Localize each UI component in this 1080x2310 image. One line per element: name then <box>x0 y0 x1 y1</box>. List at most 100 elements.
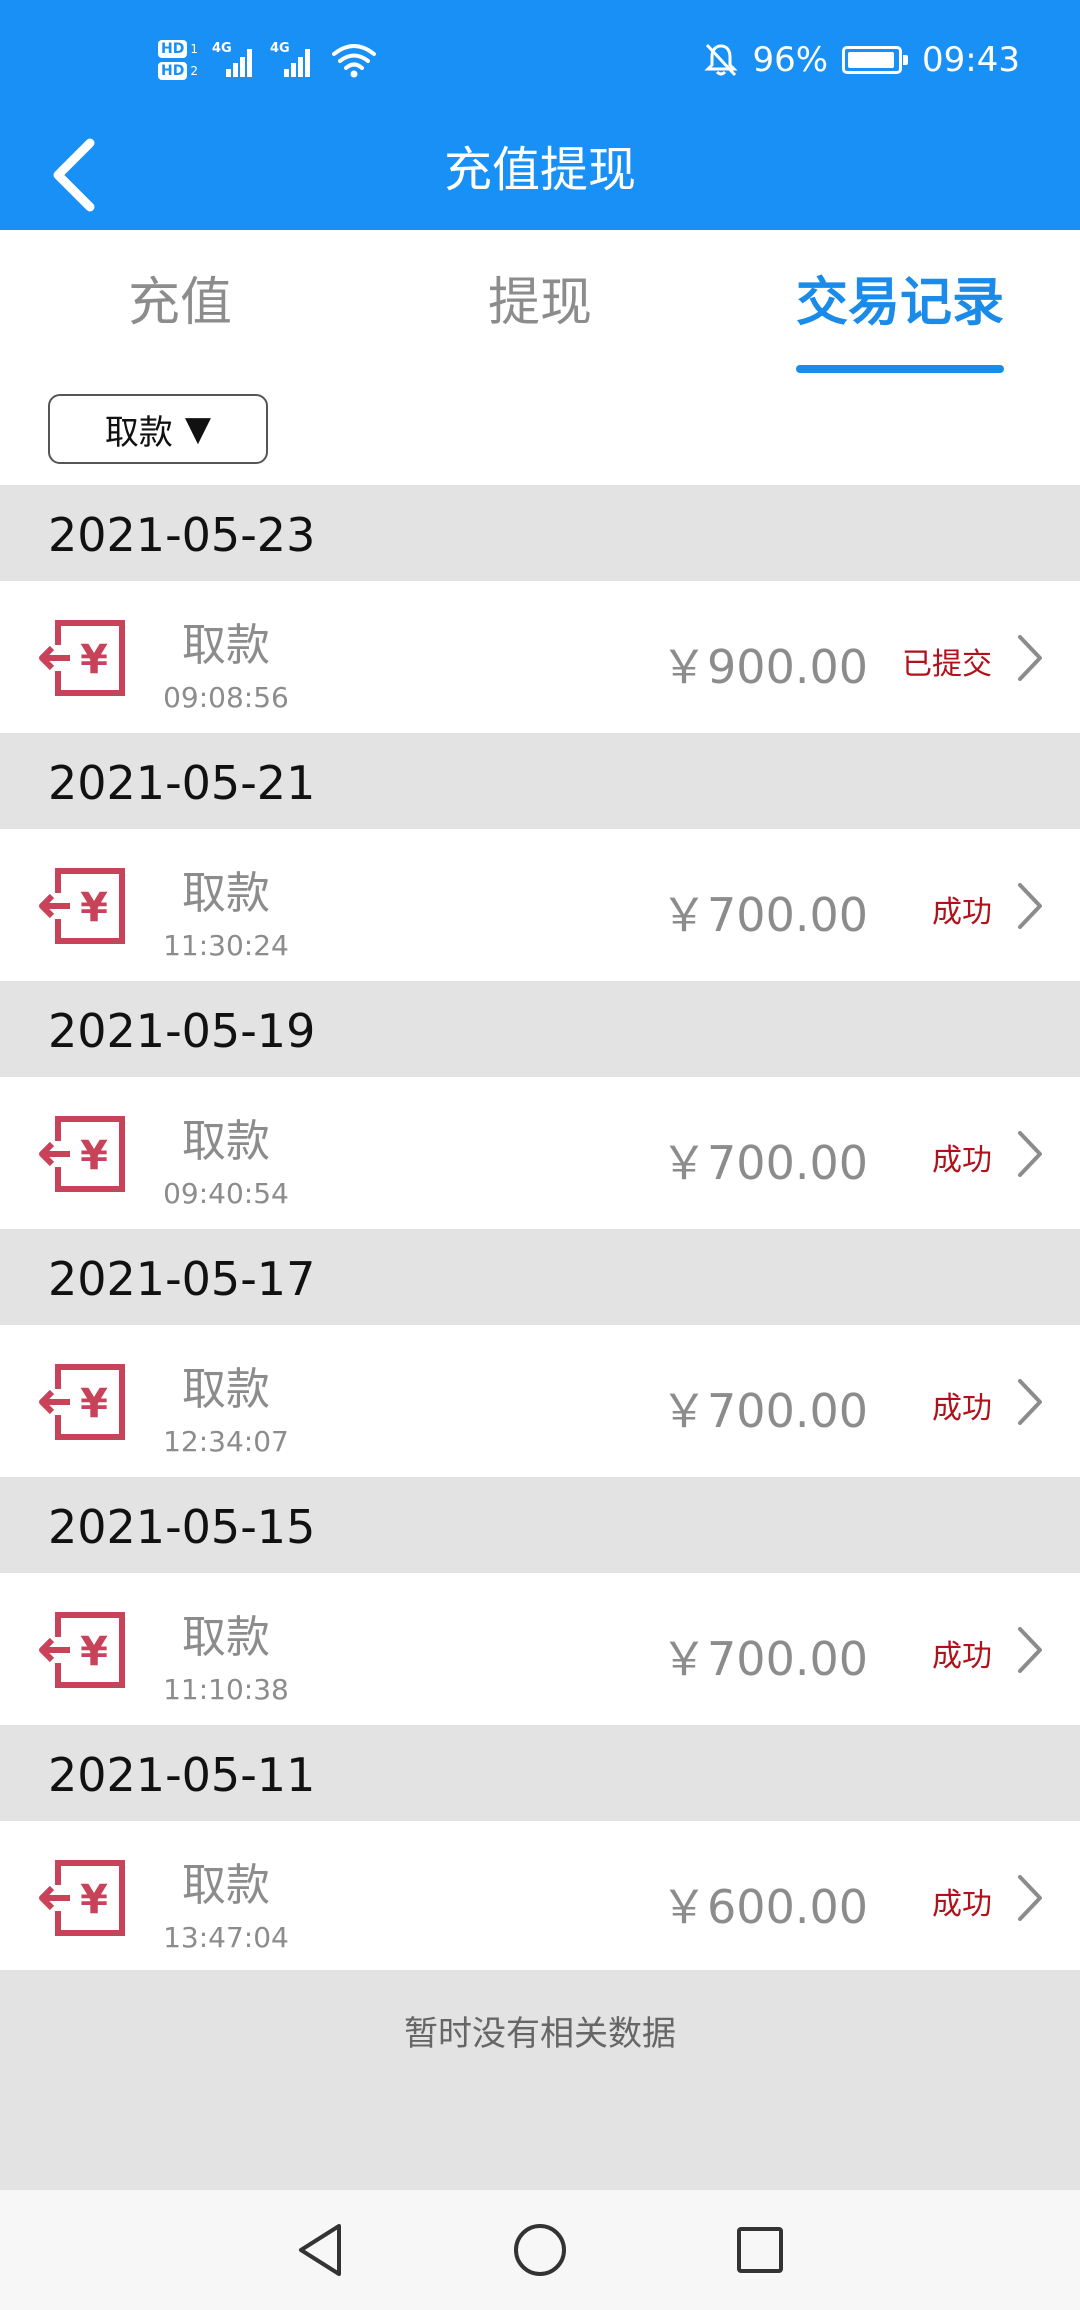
transaction-row[interactable]: ¥ 取款 11:30:24 ￥700.00 成功 <box>0 829 1080 981</box>
battery-percent: 96% <box>752 40 829 80</box>
date-label: 2021-05-11 <box>48 1748 316 1802</box>
status-bar: HD 1 HD 2 4G 4G 96% 09:43 <box>0 0 1080 120</box>
chevron-right-icon <box>1018 1627 1042 1673</box>
signal-icon: 4G <box>211 41 256 77</box>
hd-badge-2: HD 2 <box>158 62 198 80</box>
transaction-type: 取款 <box>182 1612 270 1663</box>
withdraw-icon: ¥ <box>39 620 125 696</box>
transaction-status: 已提交 <box>902 647 992 682</box>
transaction-time: 09:08:56 <box>163 681 289 714</box>
transaction-time: 09:40:54 <box>163 1177 289 1210</box>
date-header: 2021-05-21 <box>0 733 1080 829</box>
transaction-list: 2021-05-23 ¥ 取款 09:08:56 ￥900.00 已提交 202… <box>0 485 1080 1973</box>
hd-label: HD <box>158 40 188 58</box>
hd-badge-1: HD 1 <box>158 40 198 58</box>
transaction-status: 成功 <box>932 1143 992 1178</box>
status-right: 96% 09:43 <box>704 30 1020 90</box>
triangle-back-icon <box>299 2224 341 2276</box>
transaction-row[interactable]: ¥ 取款 11:10:38 ￥700.00 成功 <box>0 1573 1080 1725</box>
nav-recents-button[interactable] <box>725 2215 795 2285</box>
transaction-row[interactable]: ¥ 取款 13:47:04 ￥600.00 成功 <box>0 1821 1080 1973</box>
nav-home-button[interactable] <box>505 2215 575 2285</box>
date-label: 2021-05-23 <box>48 508 316 562</box>
transaction-type: 取款 <box>182 1364 270 1415</box>
date-header: 2021-05-15 <box>0 1477 1080 1573</box>
tab-underline <box>796 365 1004 373</box>
empty-state: 暂时没有相关数据 <box>0 1970 1080 2190</box>
tab-bar: 充值 提现 交易记录 <box>0 230 1080 375</box>
transaction-time: 13:47:04 <box>163 1921 289 1954</box>
svg-text:¥: ¥ <box>80 885 108 931</box>
withdraw-icon: ¥ <box>39 1860 125 1936</box>
tab-transaction-records[interactable]: 交易记录 <box>770 260 1030 350</box>
hd-indicators: HD 1 HD 2 <box>158 40 198 80</box>
date-label: 2021-05-15 <box>48 1500 316 1554</box>
hd-label: HD <box>158 62 188 80</box>
chevron-right-icon <box>1018 1875 1042 1921</box>
transaction-type: 取款 <box>182 868 270 919</box>
battery-icon <box>842 46 909 74</box>
transaction-time: 12:34:07 <box>163 1425 289 1458</box>
transaction-amount: ￥700.00 <box>661 888 868 942</box>
transaction-amount: ￥600.00 <box>661 1880 868 1934</box>
filter-dropdown[interactable]: 取款 ▼ <box>48 394 268 464</box>
square-recents-icon <box>737 2227 783 2273</box>
svg-text:¥: ¥ <box>80 1877 108 1923</box>
transaction-row[interactable]: ¥ 取款 12:34:07 ￥700.00 成功 <box>0 1325 1080 1477</box>
date-label: 2021-05-21 <box>48 756 316 810</box>
withdraw-icon: ¥ <box>39 868 125 944</box>
date-header: 2021-05-17 <box>0 1229 1080 1325</box>
chevron-right-icon <box>1018 1379 1042 1425</box>
empty-message: 暂时没有相关数据 <box>404 2014 676 2054</box>
date-header: 2021-05-11 <box>0 1725 1080 1821</box>
date-label: 2021-05-17 <box>48 1252 316 1306</box>
chevron-right-icon <box>1018 635 1042 681</box>
withdraw-icon: ¥ <box>39 1116 125 1192</box>
tab-withdraw[interactable]: 提现 <box>440 260 640 350</box>
withdraw-icon: ¥ <box>39 1364 125 1440</box>
nav-back-button[interactable] <box>285 2215 355 2285</box>
dropdown-arrow-icon: ▼ <box>184 409 212 449</box>
transaction-row[interactable]: ¥ 取款 09:08:56 ￥900.00 已提交 <box>0 581 1080 733</box>
wifi-icon <box>331 44 376 78</box>
signal-icon: 4G <box>269 41 314 77</box>
network-label: 4G <box>269 41 290 56</box>
svg-text:¥: ¥ <box>80 1629 108 1675</box>
transaction-type: 取款 <box>182 1860 270 1911</box>
date-header: 2021-05-23 <box>0 485 1080 581</box>
transaction-row[interactable]: ¥ 取款 09:40:54 ￥700.00 成功 <box>0 1077 1080 1229</box>
clock: 09:43 <box>922 40 1020 80</box>
svg-text:¥: ¥ <box>80 637 108 683</box>
transaction-amount: ￥700.00 <box>661 1632 868 1686</box>
transaction-time: 11:10:38 <box>163 1673 289 1706</box>
transaction-type: 取款 <box>182 1116 270 1167</box>
withdraw-icon: ¥ <box>39 1612 125 1688</box>
date-header: 2021-05-19 <box>0 981 1080 1077</box>
hd-num: 1 <box>190 42 198 56</box>
network-label: 4G <box>211 41 232 56</box>
date-label: 2021-05-19 <box>48 1004 316 1058</box>
transaction-time: 11:30:24 <box>163 929 289 962</box>
hd-num: 2 <box>190 64 198 78</box>
transaction-status: 成功 <box>932 1639 992 1674</box>
transaction-status: 成功 <box>932 895 992 930</box>
battery-fill <box>848 52 895 68</box>
page-title: 充值提现 <box>443 142 636 198</box>
status-left: HD 1 HD 2 4G 4G <box>158 30 376 90</box>
transaction-amount: ￥900.00 <box>661 640 868 694</box>
transaction-status: 成功 <box>932 1887 992 1922</box>
circle-home-icon <box>514 2224 566 2276</box>
svg-text:¥: ¥ <box>80 1133 108 1179</box>
chevron-right-icon <box>1018 1131 1042 1177</box>
title-bar: 充值提现 <box>0 120 1080 230</box>
mute-bell-icon <box>704 43 739 77</box>
transaction-amount: ￥700.00 <box>661 1384 868 1438</box>
transaction-amount: ￥700.00 <box>661 1136 868 1190</box>
svg-text:¥: ¥ <box>80 1381 108 1427</box>
transaction-type: 取款 <box>182 620 270 671</box>
filter-label: 取款 <box>104 412 173 453</box>
system-nav-bar <box>0 2190 1080 2310</box>
transaction-status: 成功 <box>932 1391 992 1426</box>
tab-recharge[interactable]: 充值 <box>80 260 280 350</box>
chevron-right-icon <box>1018 883 1042 929</box>
